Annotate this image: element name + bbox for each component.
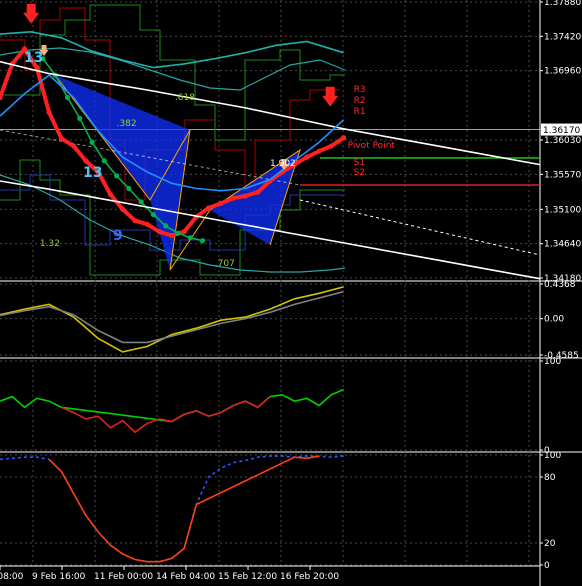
series-point [175, 230, 181, 236]
series-point [64, 94, 71, 101]
chart-annotation: 13 [24, 50, 43, 66]
series-point [156, 229, 163, 235]
chart-annotation: R3 [354, 85, 366, 95]
y-tick-label: 1.34640 [544, 240, 581, 250]
series-point [218, 200, 224, 207]
chart-annotation: R2 [354, 96, 366, 106]
chart-annotation: S2 [354, 168, 365, 178]
series-point [316, 148, 322, 154]
chart-annotation: 1.32 [40, 239, 60, 249]
series-point [83, 158, 89, 164]
x-tick-label: 14 Feb 04:00 [156, 572, 215, 582]
y-tick-label: 0 [544, 561, 550, 571]
trading-terminal-chart: 13 13 9 Pivot Point R3R2R1 S1S2 .618 .382 1.902 1… [0, 0, 582, 586]
chart-annotation: Pivot Point [348, 141, 396, 151]
y-tick-label: 100 [544, 357, 561, 367]
series-point [187, 235, 193, 241]
series-point [206, 205, 212, 211]
series-point [169, 232, 175, 239]
series-point [120, 206, 126, 212]
series-point [71, 143, 77, 149]
series-point [89, 139, 95, 145]
chart-annotation: .707 [215, 259, 235, 269]
y-tick-label: 0.00 [544, 315, 564, 325]
chart-annotation: .618 [175, 93, 195, 103]
series-point [77, 115, 83, 121]
y-tick-label: 1.36030 [544, 136, 581, 146]
y-tick-label: 1.37880 [544, 0, 581, 8]
chart-annotation: S1 [354, 158, 365, 168]
series-point [144, 221, 150, 227]
x-tick-label: 15 Feb 12:00 [218, 572, 277, 582]
series-point [132, 217, 138, 224]
y-tick-label: 1.35570 [544, 170, 581, 180]
x-tick-label: 8 Feb 08:00 [0, 572, 24, 582]
chart-annotation: 9 [113, 228, 123, 244]
series-point [107, 191, 114, 198]
current-price-label: 1.36170 [543, 126, 580, 136]
y-tick-label: 100 [544, 451, 561, 461]
series-point [341, 135, 347, 141]
x-tick-label: 16 Feb 20:00 [280, 572, 339, 582]
chart-background [0, 0, 582, 586]
y-tick-label: 20 [544, 539, 556, 549]
series-point [113, 173, 120, 179]
series-point [181, 229, 187, 235]
y-tick-label: 1.35100 [544, 205, 581, 215]
y-tick-label: 1.37420 [544, 32, 581, 42]
series-point [58, 135, 64, 142]
chart-annotation: 1.902 [270, 159, 296, 169]
series-point [230, 195, 236, 201]
series-point [255, 189, 261, 195]
chart-annotation: R1 [354, 107, 366, 117]
y-tick-label: 1.36960 [544, 67, 581, 77]
y-tick-label: 80 [544, 473, 556, 483]
chart-annotation: .382 [117, 119, 137, 129]
series-point [101, 158, 107, 164]
chart-annotation: 13 [83, 165, 102, 181]
series-point [163, 223, 169, 229]
series-point [138, 199, 144, 205]
series-point [126, 185, 132, 192]
series-point [150, 211, 157, 218]
y-tick-label: 0.4368 [544, 280, 576, 290]
x-tick-label: 11 Feb 00:00 [94, 572, 153, 582]
x-tick-label: 9 Feb 16:00 [32, 572, 86, 582]
series-point [199, 238, 206, 244]
series-point [328, 143, 334, 149]
series-point [304, 154, 310, 160]
series-point [242, 193, 249, 199]
series-point [46, 109, 52, 115]
